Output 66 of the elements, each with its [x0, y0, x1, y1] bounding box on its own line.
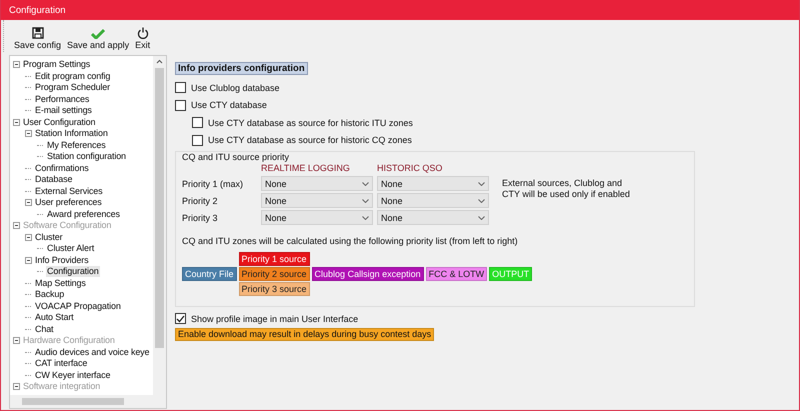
tree-item[interactable]: Database: [34, 174, 74, 186]
dropdown[interactable]: None: [377, 176, 489, 191]
tree-item[interactable]: Program Scheduler: [34, 82, 111, 94]
checkmark-icon: [91, 28, 106, 38]
collapse-icon[interactable]: [25, 199, 32, 206]
dropdown[interactable]: None: [261, 210, 373, 225]
column-header: REALTIME LOGGING: [261, 163, 351, 174]
checkbox[interactable]: [192, 134, 203, 146]
checkbox[interactable]: [192, 117, 203, 128]
priority-label: Priority 3: [182, 212, 219, 222]
source-tag: OUTPUT: [489, 267, 532, 281]
option-label: Use Clublog database: [191, 82, 280, 93]
source-tag: Country File: [182, 267, 237, 281]
vertical-scrollbar[interactable]: [153, 56, 166, 395]
dropdown[interactable]: None: [377, 210, 489, 225]
chevron-down-icon: [478, 198, 485, 202]
chevron-down-icon: [362, 198, 369, 202]
source-tag: Clublog Callsign exception: [312, 267, 424, 281]
tree-item[interactable]: User Configuration: [22, 116, 96, 128]
tree-item[interactable]: Edit program config: [34, 70, 112, 82]
tree-item[interactable]: Performances: [34, 94, 90, 105]
source-tag: Priority 2 source: [238, 267, 310, 281]
tree-item[interactable]: Station Information: [34, 128, 109, 140]
power-icon: [136, 27, 149, 39]
dropdown[interactable]: None: [377, 193, 489, 208]
tree-item[interactable]: Award preferences: [46, 208, 121, 220]
tree-item[interactable]: User preferences: [34, 197, 103, 208]
source-tag: Priority 1 source: [238, 252, 310, 266]
tree-item[interactable]: My References: [46, 140, 107, 151]
tree-item[interactable]: External Services: [34, 186, 104, 197]
chevron-down-icon: [362, 216, 369, 220]
chevron-down-icon: [362, 182, 369, 186]
option-label: Use CTY database as source for historic ITU zones: [208, 118, 413, 128]
dropdown[interactable]: None: [261, 193, 373, 208]
window-title: Configuration: [9, 4, 66, 16]
toolbar-button[interactable]: Exit: [132, 27, 154, 50]
group-title: CQ and ITU source priority: [182, 151, 290, 163]
source-tag: Priority 3 source: [238, 282, 310, 296]
horizontal-scrollbar[interactable]: [10, 395, 166, 408]
tree-item[interactable]: Station configuration: [46, 151, 127, 162]
checkbox[interactable]: [175, 313, 186, 324]
toolbar-button[interactable]: Save config: [11, 27, 64, 50]
tree-item[interactable]: Program Settings: [22, 59, 92, 70]
priority-label: Priority 1 (max): [182, 178, 244, 188]
collapse-icon[interactable]: [25, 130, 32, 138]
chevron-down-icon: [478, 216, 485, 220]
collapse-icon[interactable]: [13, 118, 20, 126]
toolbar-button[interactable]: Save and apply: [64, 27, 132, 50]
collapse-icon[interactable]: [13, 61, 20, 68]
note-text: External sources, Clublog and CTY will be used only if enabled: [502, 178, 630, 200]
source-tag: FCC & LOTW: [426, 267, 488, 281]
priority-label: Priority 2: [182, 196, 219, 206]
option-label: Show profile image in main User Interface: [191, 314, 358, 324]
checkmark-icon: [176, 314, 185, 323]
chevron-down-icon: [478, 182, 485, 186]
tree-item[interactable]: E-mail settings: [34, 105, 93, 116]
tree-item[interactable]: Confirmations: [34, 162, 90, 174]
dropdown[interactable]: None: [261, 176, 373, 191]
option-label: Use CTY database as source for historic CQ zones: [208, 135, 412, 146]
explanation-text: CQ and ITU zones will be calculated using the following priority list (from left to right): [182, 236, 519, 246]
warning-banner: Enable download may result in delays during busy contest days: [175, 328, 434, 340]
checkbox[interactable]: [175, 82, 186, 94]
column-header: HISTORIC QSO: [377, 163, 444, 174]
checkbox[interactable]: [175, 100, 186, 111]
section-heading: Info providers configuration: [175, 62, 308, 75]
option-label: Use CTY database: [191, 100, 267, 110]
